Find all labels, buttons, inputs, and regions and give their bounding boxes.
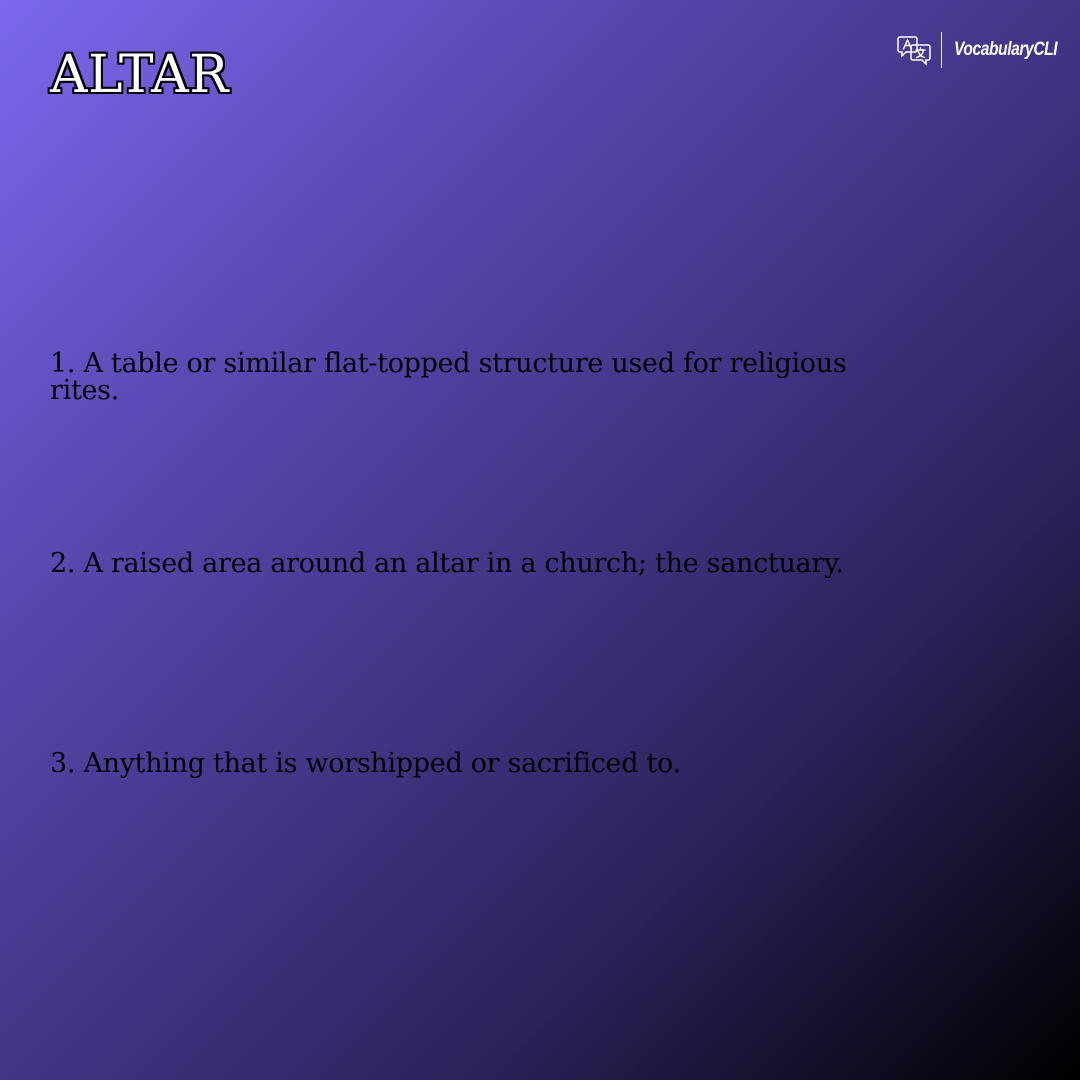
brand-name: VocabularyCLI [954, 39, 1058, 60]
definition-item: 3. Anything that is worshipped or sacrif… [50, 748, 681, 779]
headword: ALTAR [50, 45, 229, 105]
vocabulary-card: ALTAR VocabularyCLI 1. A table or simila… [0, 0, 1080, 1080]
definition-item: 1. A table or similar flat-topped struct… [50, 348, 847, 406]
brand-logo: VocabularyCLI [897, 30, 1058, 70]
translate-icon [897, 36, 931, 66]
definition-item: 2. A raised area around an altar in a ch… [50, 548, 844, 579]
brand-divider [941, 32, 942, 68]
